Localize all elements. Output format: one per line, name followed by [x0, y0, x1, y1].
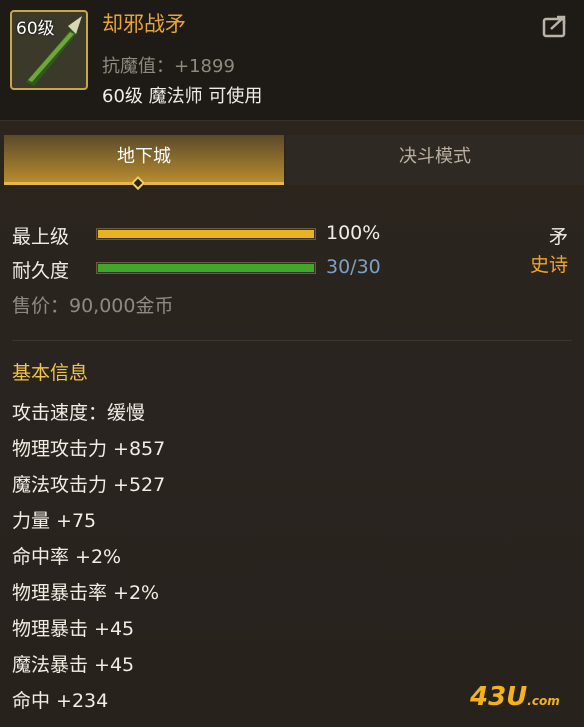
- mode-tabs: 地下城 决斗模式: [0, 135, 584, 185]
- max-level-label: 最上级: [12, 226, 70, 248]
- item-level-badge: 60级: [16, 19, 55, 39]
- max-level-bar-fill: [98, 230, 314, 238]
- durability-bar-fill: [98, 264, 314, 272]
- stat-physical-crit: 物理暴击 +45: [12, 618, 135, 640]
- tab-duel[interactable]: 决斗模式: [286, 135, 584, 185]
- stat-attack-speed: 攻击速度：缓慢: [12, 402, 146, 424]
- sell-price: 售价：90,000金币: [12, 295, 174, 317]
- item-rarity: 史诗: [529, 254, 568, 276]
- stat-strength: 力量 +75: [12, 510, 97, 532]
- stat-hit: 命中 +234: [12, 690, 109, 712]
- share-icon[interactable]: [542, 14, 570, 38]
- item-icon-frame: 60级: [10, 10, 88, 90]
- stat-hit-rate: 命中率 +2%: [12, 546, 122, 568]
- stat-magic-crit: 魔法暴击 +45: [12, 654, 135, 676]
- item-header: 60级 却邪战矛 抗魔值：+1899 60级 魔法师 可使用: [0, 0, 584, 121]
- durability-bar: [96, 262, 316, 274]
- item-type: 矛: [548, 226, 568, 248]
- stat-physical-crit-rate: 物理暴击率 +2%: [12, 582, 160, 604]
- item-tooltip-panel: 60级 却邪战矛 抗魔值：+1899 60级 魔法师 可使用 地下城 决斗模式 …: [0, 0, 584, 727]
- item-requirement: 60级 魔法师 可使用: [102, 86, 263, 107]
- item-name: 却邪战矛: [102, 12, 186, 36]
- durability-label: 耐久度: [12, 260, 70, 282]
- durability-value: 30/30: [326, 256, 381, 278]
- max-level-value: 100%: [326, 222, 381, 244]
- basic-info-title: 基本信息: [12, 362, 89, 384]
- tab-dungeon[interactable]: 地下城: [4, 135, 284, 185]
- stat-magic-attack: 魔法攻击力 +527: [12, 474, 166, 496]
- site-watermark: 43U.com: [470, 682, 560, 712]
- stat-physical-attack: 物理攻击力 +857: [12, 438, 166, 460]
- watermark-suffix: .com: [527, 694, 560, 708]
- max-level-bar: [96, 228, 316, 240]
- divider: [12, 340, 572, 341]
- watermark-main: 43U: [470, 682, 528, 712]
- item-resist: 抗魔值：+1899: [102, 56, 235, 77]
